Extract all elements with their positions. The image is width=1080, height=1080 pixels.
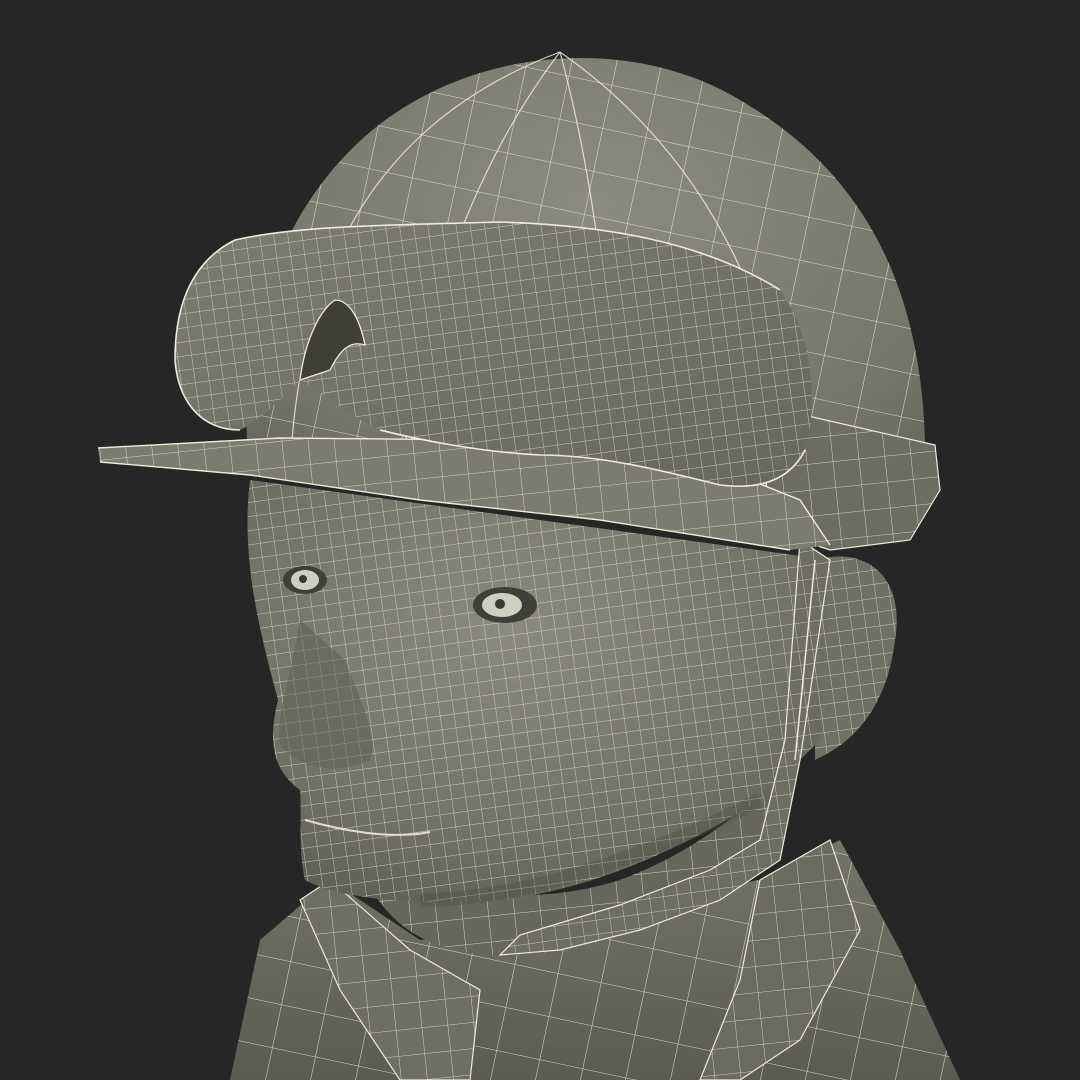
right-eye [473, 587, 537, 623]
render-viewport [0, 0, 1080, 1080]
left-eye [283, 566, 327, 594]
